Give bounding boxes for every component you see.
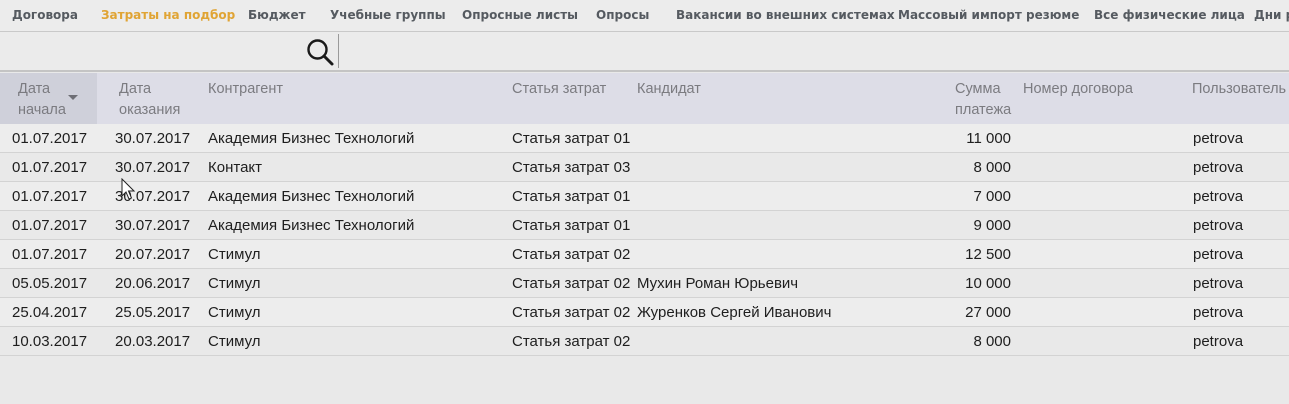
cell-cost-item: Статья затрат 03 — [512, 159, 631, 176]
cell-amount: 11 000 — [966, 130, 1011, 147]
tab-questionnaires[interactable]: Опросные листы — [462, 8, 578, 22]
table-row[interactable]: 01.07.2017 30.07.2017 Академия Бизнес Те… — [0, 124, 1289, 153]
module-tabs: Договора Затраты на подбор Бюджет Учебны… — [0, 0, 1289, 32]
column-header-cost-item[interactable]: Статья затрат — [512, 79, 606, 100]
cell-cost-item: Статья затрат 02 — [512, 333, 631, 350]
cell-contractor: Стимул — [208, 275, 261, 292]
table-row[interactable]: 01.07.2017 20.07.2017 Стимул Статья затр… — [0, 240, 1289, 269]
cell-service-date: 30.07.2017 — [115, 130, 191, 147]
table-row[interactable]: 01.07.2017 30.07.2017 Контакт Статья зат… — [0, 153, 1289, 182]
column-header-contract-number[interactable]: Номер договора — [1023, 79, 1133, 100]
column-header-amount[interactable]: Сумма платежа — [955, 79, 1011, 121]
cell-service-date: 30.07.2017 — [115, 217, 191, 234]
cell-start-date: 10.03.2017 — [12, 333, 88, 350]
table-row[interactable]: 25.04.2017 25.05.2017 Стимул Статья затр… — [0, 298, 1289, 327]
cell-start-date: 01.07.2017 — [12, 217, 88, 234]
cell-service-date: 30.07.2017 — [115, 188, 191, 205]
header-service-date-line1: Дата — [119, 81, 152, 97]
cell-contractor: Стимул — [208, 246, 261, 263]
cell-contractor: Контакт — [208, 159, 263, 176]
cell-contractor: Академия Бизнес Технологий — [208, 130, 415, 147]
table-row[interactable]: 01.07.2017 30.07.2017 Академия Бизнес Те… — [0, 211, 1289, 240]
column-header-service-date[interactable]: Дата оказания — [119, 79, 180, 121]
cell-start-date: 01.07.2017 — [12, 130, 88, 147]
header-amount-line1: Сумма — [955, 81, 1001, 97]
header-amount-line2: платежа — [955, 102, 1012, 118]
column-header-user[interactable]: Пользователь — [1192, 79, 1286, 100]
cell-amount: 8 000 — [973, 333, 1011, 350]
cell-user: petrova — [1193, 275, 1244, 292]
cell-cost-item: Статья затрат 02 — [512, 304, 631, 321]
sort-desc-arrow-icon[interactable] — [68, 95, 78, 100]
search-input[interactable] — [342, 36, 1276, 66]
tab-all-individuals[interactable]: Все физические лица — [1094, 8, 1245, 22]
search-icon[interactable] — [305, 37, 335, 67]
header-start-date-line1: Дата — [18, 81, 51, 97]
cell-user: petrova — [1193, 304, 1244, 321]
cell-user: petrova — [1193, 217, 1244, 234]
tab-mass-resume-import[interactable]: Массовый импорт резюме — [898, 8, 1079, 22]
tab-birthdays[interactable]: Дни р — [1254, 8, 1289, 22]
cell-contractor: Академия Бизнес Технологий — [208, 217, 415, 234]
tab-training-groups[interactable]: Учебные группы — [330, 8, 446, 22]
cell-start-date: 01.07.2017 — [12, 159, 88, 176]
cell-service-date: 30.07.2017 — [115, 159, 191, 176]
cell-candidate: Мухин Роман Юрьевич — [637, 275, 799, 292]
cell-amount: 12 500 — [965, 246, 1011, 263]
cell-start-date: 01.07.2017 — [12, 246, 88, 263]
tab-contracts[interactable]: Договора — [12, 8, 78, 22]
cell-cost-item: Статья затрат 02 — [512, 246, 631, 263]
table-body: 01.07.2017 30.07.2017 Академия Бизнес Те… — [0, 124, 1289, 356]
tab-recruitment-costs[interactable]: Затраты на подбор — [101, 8, 235, 22]
cell-service-date: 20.07.2017 — [115, 246, 191, 263]
search-bar — [0, 32, 1289, 72]
cell-cost-item: Статья затрат 01 — [512, 217, 631, 234]
tab-budget[interactable]: Бюджет — [248, 8, 306, 22]
column-header-candidate[interactable]: Кандидат — [637, 79, 701, 100]
cell-contractor: Стимул — [208, 304, 261, 321]
cell-service-date: 25.05.2017 — [115, 304, 191, 321]
table-row[interactable]: 05.05.2017 20.06.2017 Стимул Статья затр… — [0, 269, 1289, 298]
tab-external-vacancies[interactable]: Вакансии во внешних системах — [676, 8, 895, 22]
cell-user: petrova — [1193, 333, 1244, 350]
cell-start-date: 01.07.2017 — [12, 188, 88, 205]
cell-amount: 10 000 — [965, 275, 1011, 292]
cell-user: petrova — [1193, 159, 1244, 176]
app-window: Договора Затраты на подбор Бюджет Учебны… — [0, 0, 1289, 404]
cell-amount: 7 000 — [973, 188, 1011, 205]
cell-user: petrova — [1193, 246, 1244, 263]
cell-cost-item: Статья затрат 01 — [512, 130, 631, 147]
column-header-contractor[interactable]: Контрагент — [208, 79, 283, 100]
cell-service-date: 20.06.2017 — [115, 275, 191, 292]
cell-user: petrova — [1193, 130, 1244, 147]
cell-service-date: 20.03.2017 — [115, 333, 191, 350]
table-header: Дата начала Дата оказания Контрагент Ста… — [0, 73, 1289, 124]
cell-contractor: Академия Бизнес Технологий — [208, 188, 415, 205]
cell-cost-item: Статья затрат 02 — [512, 275, 631, 292]
header-service-date-line2: оказания — [119, 102, 181, 118]
tab-surveys[interactable]: Опросы — [596, 8, 649, 22]
cell-start-date: 25.04.2017 — [12, 304, 88, 321]
cell-amount: 27 000 — [965, 304, 1011, 321]
cell-user: petrova — [1193, 188, 1244, 205]
cell-start-date: 05.05.2017 — [12, 275, 88, 292]
cell-amount: 8 000 — [973, 159, 1011, 176]
cell-contractor: Стимул — [208, 333, 261, 350]
table-row[interactable]: 10.03.2017 20.03.2017 Стимул Статья затр… — [0, 327, 1289, 356]
table-row[interactable]: 01.07.2017 30.07.2017 Академия Бизнес Те… — [0, 182, 1289, 211]
header-start-date-line2: начала — [18, 102, 66, 118]
column-header-start-date[interactable]: Дата начала — [18, 79, 66, 121]
cell-amount: 9 000 — [973, 217, 1011, 234]
cell-cost-item: Статья затрат 01 — [512, 188, 631, 205]
search-divider — [338, 34, 339, 68]
cell-candidate: Журенков Сергей Иванович — [637, 304, 832, 321]
